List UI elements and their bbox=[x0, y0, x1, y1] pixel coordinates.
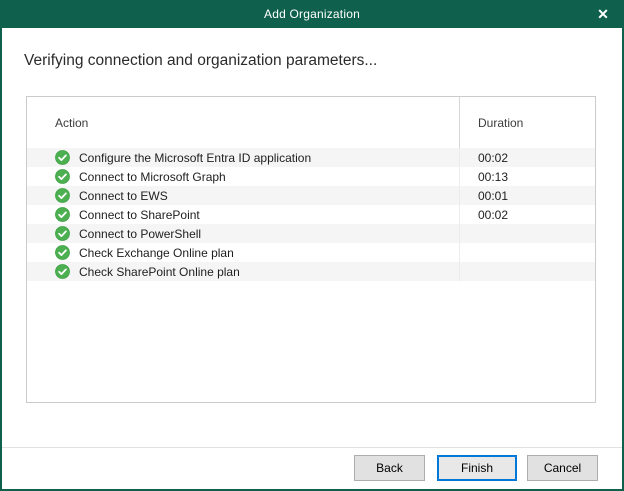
table-row[interactable]: Connect to SharePoint 00:02 bbox=[27, 205, 595, 224]
success-check-icon bbox=[55, 169, 70, 184]
close-button[interactable]: ✕ bbox=[582, 0, 624, 28]
action-label: Connect to SharePoint bbox=[79, 208, 200, 222]
action-label: Check Exchange Online plan bbox=[79, 246, 234, 260]
success-check-icon bbox=[55, 226, 70, 241]
duration-value: 00:01 bbox=[478, 189, 508, 203]
action-label: Connect to EWS bbox=[79, 189, 168, 203]
duration-value: 00:13 bbox=[478, 170, 508, 184]
action-label: Connect to PowerShell bbox=[79, 227, 201, 241]
window-title: Add Organization bbox=[264, 7, 360, 21]
verification-steps-table: Action Duration Configure the Microsoft … bbox=[26, 96, 596, 403]
action-cell: Connect to Microsoft Graph bbox=[27, 167, 459, 186]
action-cell: Connect to SharePoint bbox=[27, 205, 459, 224]
dialog-content: Verifying connection and organization pa… bbox=[2, 28, 622, 489]
column-header-duration[interactable]: Duration bbox=[459, 97, 595, 148]
back-button[interactable]: Back bbox=[354, 455, 425, 481]
page-title: Verifying connection and organization pa… bbox=[24, 52, 377, 70]
duration-cell bbox=[459, 262, 595, 281]
table-row[interactable]: Configure the Microsoft Entra ID applica… bbox=[27, 148, 595, 167]
action-cell: Connect to PowerShell bbox=[27, 224, 459, 243]
titlebar: Add Organization ✕ bbox=[0, 0, 624, 28]
duration-value: 00:02 bbox=[478, 151, 508, 165]
duration-cell: 00:13 bbox=[459, 167, 595, 186]
duration-cell: 00:01 bbox=[459, 186, 595, 205]
action-label: Configure the Microsoft Entra ID applica… bbox=[79, 151, 311, 165]
cancel-button[interactable]: Cancel bbox=[527, 455, 598, 481]
action-cell: Configure the Microsoft Entra ID applica… bbox=[27, 148, 459, 167]
table-header-row: Action Duration bbox=[27, 97, 595, 148]
duration-value: 00:02 bbox=[478, 208, 508, 222]
table-row[interactable]: Check Exchange Online plan bbox=[27, 243, 595, 262]
action-label: Check SharePoint Online plan bbox=[79, 265, 240, 279]
duration-cell bbox=[459, 224, 595, 243]
success-check-icon bbox=[55, 245, 70, 260]
action-cell: Connect to EWS bbox=[27, 186, 459, 205]
action-cell: Check Exchange Online plan bbox=[27, 243, 459, 262]
success-check-icon bbox=[55, 188, 70, 203]
table-row[interactable]: Connect to EWS 00:01 bbox=[27, 186, 595, 205]
success-check-icon bbox=[55, 207, 70, 222]
table-row[interactable]: Connect to Microsoft Graph 00:13 bbox=[27, 167, 595, 186]
duration-cell: 00:02 bbox=[459, 205, 595, 224]
close-icon: ✕ bbox=[597, 6, 609, 23]
table-row[interactable]: Check SharePoint Online plan bbox=[27, 262, 595, 281]
success-check-icon bbox=[55, 150, 70, 165]
action-label: Connect to Microsoft Graph bbox=[79, 170, 226, 184]
footer-divider bbox=[2, 447, 622, 448]
action-cell: Check SharePoint Online plan bbox=[27, 262, 459, 281]
table-row[interactable]: Connect to PowerShell bbox=[27, 224, 595, 243]
duration-cell: 00:02 bbox=[459, 148, 595, 167]
table-body: Configure the Microsoft Entra ID applica… bbox=[27, 148, 595, 281]
duration-cell bbox=[459, 243, 595, 262]
finish-button[interactable]: Finish bbox=[437, 455, 517, 481]
add-organization-dialog: Add Organization ✕ Verifying connection … bbox=[0, 0, 624, 491]
success-check-icon bbox=[55, 264, 70, 279]
column-header-action[interactable]: Action bbox=[27, 116, 459, 130]
